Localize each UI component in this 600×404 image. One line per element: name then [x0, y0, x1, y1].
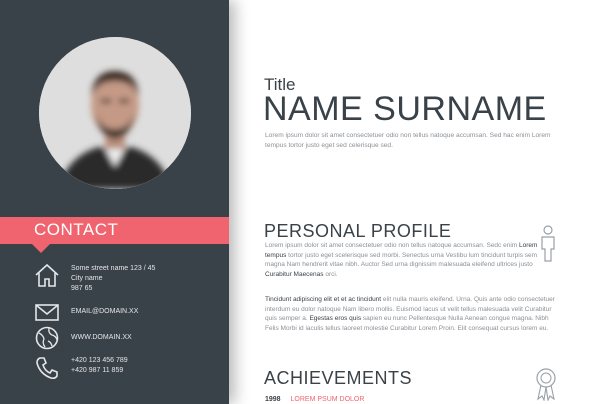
profile-p2-run: Tincidunt adipiscing elit et et ac tinci…: [265, 296, 382, 303]
address-block: Some street name 123 / 45 City name 987 …: [71, 264, 155, 294]
profile-p1-run: Curabitur Maecenas: [265, 270, 324, 278]
address-line-2: City name: [71, 275, 103, 282]
sidebar: CONTACT Some street name 123 / 45 City n…: [0, 0, 229, 404]
profile-paragraph-1: Lorem ipsum dolor sit amet consectetuer …: [265, 241, 555, 279]
globe-icon: [35, 326, 59, 350]
phone-line-2[interactable]: +420 987 11 859: [71, 366, 128, 376]
personal-profile-heading: PERSONAL PROFILE: [264, 221, 452, 241]
profile-p1-run: orci.: [323, 270, 338, 278]
resume-page: CONTACT Some street name 123 / 45 City n…: [0, 0, 600, 404]
main-content: Title NAME SURNAME Lorem ipsum dolor sit…: [229, 0, 600, 404]
profile-p1-run: Lorem ipsum dolor sit amet consectetuer …: [265, 242, 519, 249]
home-icon: [35, 263, 59, 287]
award-icon: [536, 368, 556, 401]
full-name: NAME SURNAME: [263, 90, 547, 128]
contact-header-bar: CONTACT: [0, 217, 229, 244]
email-text[interactable]: EMAIL@DOMAIN.XX: [71, 307, 138, 317]
phone-line-1[interactable]: +420 123 456 789: [71, 356, 128, 366]
address-line-3: 987 65: [71, 285, 93, 292]
achievement-item: 1998 LOREM PSUM DOLOR: [265, 396, 364, 403]
contact-heading: CONTACT: [34, 220, 119, 239]
profile-p1-run: tortor justo eget scelerisque sed morbi.…: [265, 251, 538, 269]
intro-text: Lorem ipsum dolor sit amet consectetuer …: [265, 132, 551, 149]
achievement-year: 1998: [265, 396, 281, 403]
website-text[interactable]: WWW.DOMAIN.XX: [71, 333, 132, 343]
achievement-label: LOREM PSUM DOLOR: [290, 396, 365, 403]
phone-block: +420 123 456 789 +420 987 11 859: [71, 356, 128, 376]
contact-notch: [32, 244, 50, 253]
envelope-icon: [35, 304, 59, 321]
achievements-heading: ACHIEVEMENTS: [264, 368, 413, 388]
profile-p2-run: Egestas eros quis: [309, 315, 362, 323]
address-line-1: Some street name 123 / 45: [71, 265, 156, 272]
phone-icon: [36, 357, 58, 380]
profile-photo: [39, 37, 191, 189]
profile-paragraph-2: Tincidunt adipiscing elit et et ac tinci…: [265, 295, 555, 333]
